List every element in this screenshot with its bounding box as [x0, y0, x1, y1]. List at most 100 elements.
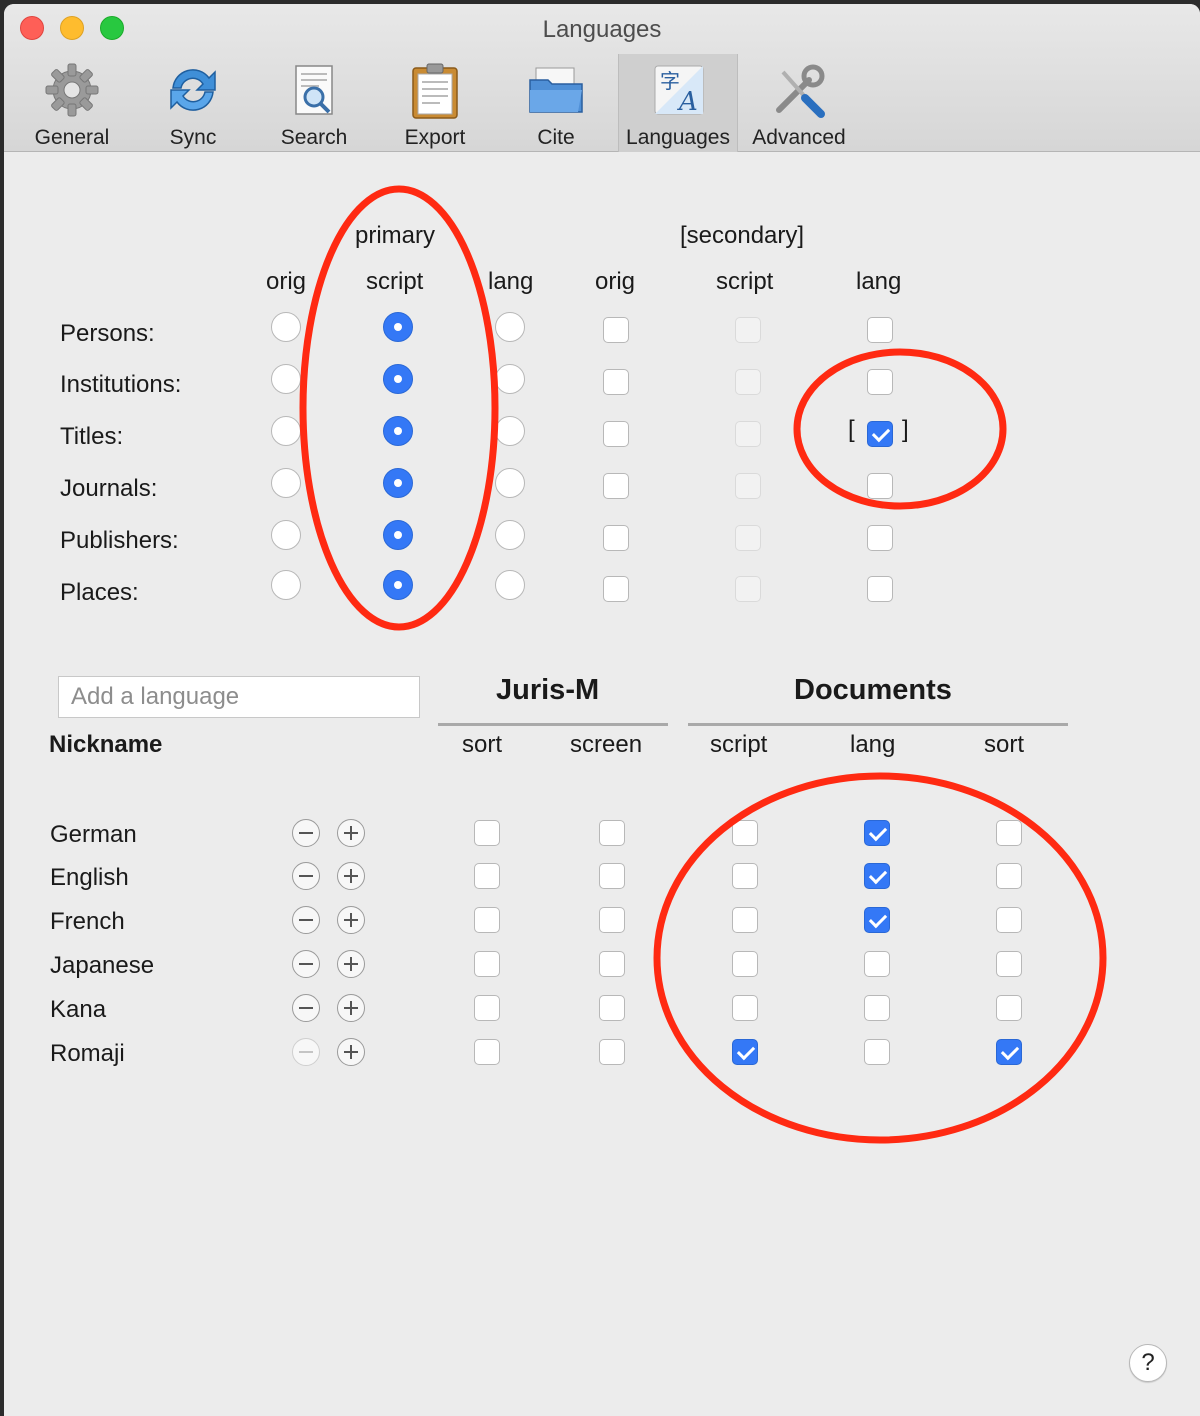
- add-language-button[interactable]: [337, 862, 365, 890]
- romaji-documents-script-checkbox[interactable]: [732, 1039, 758, 1065]
- english-documents-lang-checkbox[interactable]: [864, 863, 890, 889]
- persons-orig-radio[interactable]: [271, 312, 301, 342]
- bracket-close: ]: [902, 416, 909, 443]
- publishers-script-radio[interactable]: [383, 520, 413, 550]
- tab-advanced-label: Advanced: [752, 126, 846, 149]
- add-language-button[interactable]: [337, 1038, 365, 1066]
- places-orig-radio[interactable]: [271, 570, 301, 600]
- remove-language-button[interactable]: [292, 819, 320, 847]
- kana-documents-script-checkbox[interactable]: [732, 995, 758, 1021]
- kana-jurism-sort-checkbox[interactable]: [474, 995, 500, 1021]
- svg-text:字: 字: [660, 69, 680, 93]
- french-documents-script-checkbox[interactable]: [732, 907, 758, 933]
- annotation-ellipse-primary-script: [299, 185, 499, 631]
- english-jurism-sort-checkbox[interactable]: [474, 863, 500, 889]
- tab-search[interactable]: Search: [254, 54, 374, 152]
- persons-lang-radio[interactable]: [495, 312, 525, 342]
- add-language-button[interactable]: [337, 906, 365, 934]
- tab-languages-label: Languages: [626, 126, 730, 149]
- titles-secondary-orig-checkbox[interactable]: [603, 421, 629, 447]
- english-documents-sort-checkbox[interactable]: [996, 863, 1022, 889]
- journals-lang-radio[interactable]: [495, 468, 525, 498]
- col-jurism-screen: screen: [570, 731, 643, 758]
- help-button[interactable]: ?: [1129, 1344, 1167, 1382]
- institutions-script-radio[interactable]: [383, 364, 413, 394]
- titles-secondary-lang-checkbox[interactable]: [867, 421, 893, 447]
- tab-general[interactable]: General: [12, 54, 132, 152]
- tab-advanced[interactable]: Advanced: [739, 54, 859, 152]
- publishers-lang-radio[interactable]: [495, 520, 525, 550]
- japanese-jurism-sort-checkbox[interactable]: [474, 951, 500, 977]
- secondary-header: [secondary]: [680, 222, 805, 249]
- col-primary-lang: lang: [488, 268, 534, 295]
- row-label: Places:: [60, 579, 139, 606]
- jurism-header: Juris-M: [496, 674, 600, 706]
- kana-documents-lang-checkbox[interactable]: [864, 995, 890, 1021]
- add-language-button[interactable]: [337, 819, 365, 847]
- col-secondary-script: script: [716, 268, 774, 295]
- german-jurism-screen-checkbox[interactable]: [599, 820, 625, 846]
- places-script-radio[interactable]: [383, 570, 413, 600]
- remove-language-button[interactable]: [292, 862, 320, 890]
- language-name: English: [50, 864, 129, 891]
- japanese-documents-script-checkbox[interactable]: [732, 951, 758, 977]
- tab-languages[interactable]: 字 A Languages: [618, 54, 738, 152]
- places-secondary-lang-checkbox[interactable]: [867, 576, 893, 602]
- english-documents-script-checkbox[interactable]: [732, 863, 758, 889]
- persons-secondary-lang-checkbox[interactable]: [867, 317, 893, 343]
- remove-language-button[interactable]: [292, 906, 320, 934]
- titles-orig-radio[interactable]: [271, 416, 301, 446]
- romaji-documents-sort-checkbox[interactable]: [996, 1039, 1022, 1065]
- row-label: Titles:: [60, 423, 124, 450]
- german-documents-sort-checkbox[interactable]: [996, 820, 1022, 846]
- tab-export-label: Export: [404, 126, 466, 149]
- publishers-secondary-lang-checkbox[interactable]: [867, 525, 893, 551]
- german-documents-script-checkbox[interactable]: [732, 820, 758, 846]
- add-language-button[interactable]: [337, 950, 365, 978]
- titles-lang-radio[interactable]: [495, 416, 525, 446]
- add-language-button[interactable]: [337, 994, 365, 1022]
- persons-secondary-orig-checkbox[interactable]: [603, 317, 629, 343]
- institutions-secondary-orig-checkbox[interactable]: [603, 369, 629, 395]
- tab-sync[interactable]: Sync: [133, 54, 253, 152]
- french-documents-sort-checkbox[interactable]: [996, 907, 1022, 933]
- tab-cite[interactable]: Cite: [496, 54, 616, 152]
- journals-orig-radio[interactable]: [271, 468, 301, 498]
- romaji-documents-lang-checkbox[interactable]: [864, 1039, 890, 1065]
- kana-documents-sort-checkbox[interactable]: [996, 995, 1022, 1021]
- persons-script-radio[interactable]: [383, 312, 413, 342]
- german-documents-lang-checkbox[interactable]: [864, 820, 890, 846]
- romaji-jurism-sort-checkbox[interactable]: [474, 1039, 500, 1065]
- french-jurism-sort-checkbox[interactable]: [474, 907, 500, 933]
- english-jurism-screen-checkbox[interactable]: [599, 863, 625, 889]
- col-documents-sort: sort: [984, 731, 1025, 758]
- french-documents-lang-checkbox[interactable]: [864, 907, 890, 933]
- titlebar: Languages General Sync Search Export Cit…: [4, 4, 1200, 152]
- places-lang-radio[interactable]: [495, 570, 525, 600]
- row-label: Persons:: [60, 320, 155, 347]
- col-documents-script: script: [710, 731, 768, 758]
- titles-secondary-script-checkbox: [735, 421, 761, 447]
- journals-script-radio[interactable]: [383, 468, 413, 498]
- french-jurism-screen-checkbox[interactable]: [599, 907, 625, 933]
- add-language-input[interactable]: [58, 676, 420, 718]
- remove-language-button[interactable]: [292, 950, 320, 978]
- institutions-secondary-lang-checkbox[interactable]: [867, 369, 893, 395]
- publishers-orig-radio[interactable]: [271, 520, 301, 550]
- german-jurism-sort-checkbox[interactable]: [474, 820, 500, 846]
- japanese-documents-lang-checkbox[interactable]: [864, 951, 890, 977]
- publishers-secondary-orig-checkbox[interactable]: [603, 525, 629, 551]
- titles-script-radio[interactable]: [383, 416, 413, 446]
- romaji-jurism-screen-checkbox[interactable]: [599, 1039, 625, 1065]
- japanese-jurism-screen-checkbox[interactable]: [599, 951, 625, 977]
- kana-jurism-screen-checkbox[interactable]: [599, 995, 625, 1021]
- places-secondary-orig-checkbox[interactable]: [603, 576, 629, 602]
- language-name: Romaji: [50, 1040, 125, 1067]
- institutions-orig-radio[interactable]: [271, 364, 301, 394]
- journals-secondary-lang-checkbox[interactable]: [867, 473, 893, 499]
- tab-export[interactable]: Export: [375, 54, 495, 152]
- japanese-documents-sort-checkbox[interactable]: [996, 951, 1022, 977]
- institutions-lang-radio[interactable]: [495, 364, 525, 394]
- remove-language-button[interactable]: [292, 994, 320, 1022]
- journals-secondary-orig-checkbox[interactable]: [603, 473, 629, 499]
